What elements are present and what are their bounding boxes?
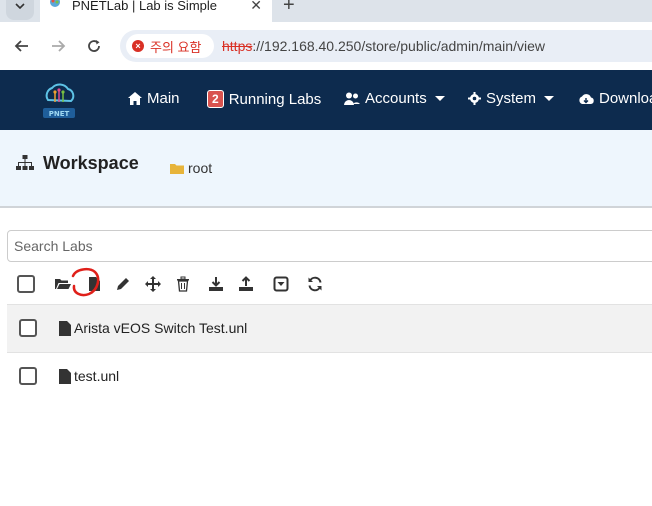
tab-close-icon[interactable]: ✕ — [250, 0, 262, 14]
folder-breadcrumb[interactable]: root — [170, 160, 212, 176]
nav-running-labs[interactable]: 2 Running Labs — [207, 90, 321, 108]
file-name[interactable]: test.unl — [74, 368, 119, 384]
workspace-header: Workspace root — [0, 130, 652, 206]
cloud-download-icon — [579, 93, 594, 104]
tab-search-button[interactable] — [6, 0, 34, 20]
forward-arrow-icon — [52, 40, 66, 52]
reload-button[interactable] — [82, 34, 106, 58]
search-labs-input[interactable] — [7, 230, 652, 262]
red-annotation-circle — [71, 267, 100, 297]
nav-accounts[interactable]: Accounts — [344, 90, 445, 107]
pnet-logo[interactable]: PNET — [40, 80, 78, 120]
home-icon — [128, 92, 142, 105]
browser-tab[interactable]: PNETLab | Lab is Simple ✕ — [40, 0, 272, 22]
file-icon — [59, 321, 71, 336]
nav-system-label: System — [486, 90, 537, 107]
gear-icon — [468, 92, 481, 105]
row-checkbox[interactable] — [19, 367, 37, 385]
nav-running-labs-label: Running Labs — [228, 90, 322, 108]
nav-accounts-label: Accounts — [365, 90, 427, 107]
trash-icon[interactable] — [175, 276, 191, 292]
sitemap-icon — [16, 155, 34, 170]
top-navbar: PNET Main 2 Running Labs Accounts System… — [0, 70, 652, 130]
chevron-down-icon — [434, 96, 445, 101]
reload-icon — [88, 40, 100, 52]
section-divider — [0, 206, 652, 208]
file-icon — [59, 369, 71, 384]
folder-icon — [170, 163, 184, 174]
move-icon[interactable] — [145, 276, 161, 292]
file-name[interactable]: Arista vEOS Switch Test.unl — [74, 320, 247, 336]
tab-title: PNETLab | Lab is Simple — [72, 0, 217, 13]
pencil-icon[interactable] — [115, 276, 131, 292]
url-path: ://192.168.40.250/store/public/admin/mai… — [252, 38, 545, 54]
nav-download[interactable]: Download — [578, 90, 652, 107]
security-warning-chip[interactable]: × 주의 요함 — [126, 34, 214, 58]
security-warning-label: 주의 요함 — [150, 39, 202, 55]
pnetlab-favicon-icon — [50, 0, 60, 7]
file-row[interactable]: Arista vEOS Switch Test.unl — [7, 304, 652, 353]
url-scheme: https — [222, 38, 253, 54]
new-tab-button[interactable]: + — [283, 0, 295, 17]
chevron-down-icon — [15, 3, 25, 9]
users-icon — [344, 92, 360, 105]
chevron-down-icon — [544, 96, 555, 101]
nav-main-label: Main — [147, 90, 180, 107]
nav-download-label: Download — [599, 90, 652, 107]
refresh-icon[interactable] — [307, 276, 323, 292]
page-title: Workspace — [43, 153, 139, 173]
file-row[interactable]: test.unl — [7, 353, 652, 402]
upload-icon[interactable] — [238, 276, 254, 292]
back-button[interactable] — [10, 34, 34, 58]
nav-main[interactable]: Main — [128, 90, 180, 107]
folder-name: root — [188, 160, 213, 176]
warning-icon: × — [132, 40, 144, 52]
download-icon[interactable] — [208, 276, 224, 292]
row-checkbox[interactable] — [19, 319, 37, 337]
nav-system[interactable]: System — [468, 90, 555, 107]
address-bar-area: × 주의 요함 https://192.168.40.250/store/pub… — [0, 22, 652, 70]
url-text[interactable]: https://192.168.40.250/store/public/admi… — [222, 38, 545, 54]
browser-tab-strip: PNETLab | Lab is Simple ✕ + — [0, 0, 652, 22]
omnibox[interactable]: × 주의 요함 https://192.168.40.250/store/pub… — [120, 30, 652, 62]
forward-button[interactable] — [46, 34, 70, 58]
import-box-icon[interactable] — [273, 276, 289, 292]
running-count-badge: 2 — [207, 90, 224, 108]
back-arrow-icon — [14, 40, 28, 52]
svg-text:PNET: PNET — [49, 110, 70, 118]
select-all-checkbox[interactable] — [17, 275, 35, 293]
